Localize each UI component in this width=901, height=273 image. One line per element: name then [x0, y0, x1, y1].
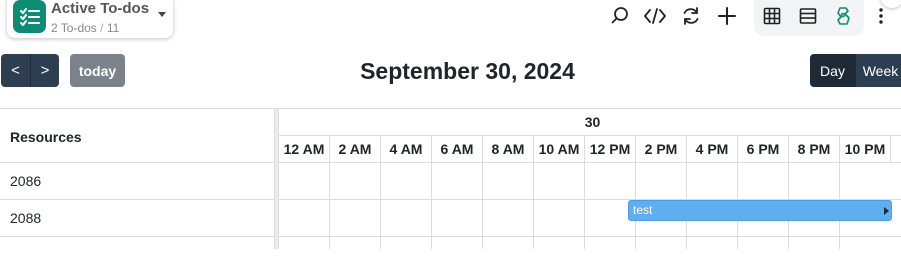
view-selector[interactable]: Active To-dos 2 To-dos / 11: [7, 0, 173, 38]
time-slot-header: 4 AM: [381, 136, 432, 163]
resource-row-2086[interactable]: 2086: [0, 162, 275, 199]
week-view-button[interactable]: Week: [855, 54, 901, 87]
column-divider: [584, 163, 585, 249]
chevron-down-icon: [158, 12, 166, 17]
time-slot-header: 12 AM: [279, 136, 330, 163]
time-slot-header: 6 AM: [432, 136, 483, 163]
column-divider: [533, 163, 534, 249]
row-divider: [279, 236, 901, 237]
view-title: Active To-dos: [51, 0, 150, 17]
day-view-button[interactable]: Day: [810, 54, 855, 87]
time-slot-header: 8 PM: [789, 136, 840, 163]
time-slot-header: 2 PM: [636, 136, 687, 163]
add-icon[interactable]: [715, 4, 739, 28]
column-divider: [329, 163, 330, 249]
resource-row-next: [0, 236, 275, 273]
event-test[interactable]: test: [628, 200, 892, 221]
checklist-icon: [13, 0, 46, 33]
time-slot-header: 2 AM: [330, 136, 381, 163]
resources-header: Resources: [10, 129, 82, 145]
code-icon[interactable]: [643, 4, 667, 28]
time-slot-header: 4 PM: [687, 136, 738, 163]
time-slot-header: 10 AM: [534, 136, 585, 163]
todo-count-label: 2 To-dos: [51, 21, 97, 35]
refresh-icon[interactable]: [679, 4, 703, 28]
calendar-view-group: Day Week: [810, 54, 901, 87]
list-view-icon[interactable]: [796, 4, 820, 28]
column-divider: [431, 163, 432, 249]
event-title: test: [633, 203, 653, 217]
time-slot-header: 8 AM: [483, 136, 534, 163]
grid-view-icon[interactable]: [760, 4, 784, 28]
todo-total: 11: [106, 21, 120, 35]
column-divider: [482, 163, 483, 249]
time-slot-header: 6 PM: [738, 136, 789, 163]
event-continues-arrow-icon: [884, 207, 889, 215]
column-divider: [380, 163, 381, 249]
day-header: 30: [279, 109, 901, 136]
row-divider: [279, 162, 901, 163]
calendar-title: September 30, 2024: [360, 58, 575, 84]
resource-row-2088[interactable]: 2088: [0, 199, 275, 236]
time-slot-header: 12 PM: [585, 136, 636, 163]
time-slot-header: 10 PM: [840, 136, 891, 163]
time-area: 30 12 AM 2 AM 4 AM 6 AM 8 AM 10 AM 12 PM…: [279, 109, 901, 249]
calendar-view-icon[interactable]: [832, 4, 856, 28]
count-separator: /: [100, 21, 104, 35]
resource-timeline: Resources 2086 2088 30 12 AM 2 AM 4 AM 6…: [0, 108, 901, 249]
search-icon[interactable]: [608, 4, 632, 28]
resource-column: Resources 2086 2088: [0, 109, 275, 249]
view-count: 2 To-dos / 11: [51, 21, 119, 35]
